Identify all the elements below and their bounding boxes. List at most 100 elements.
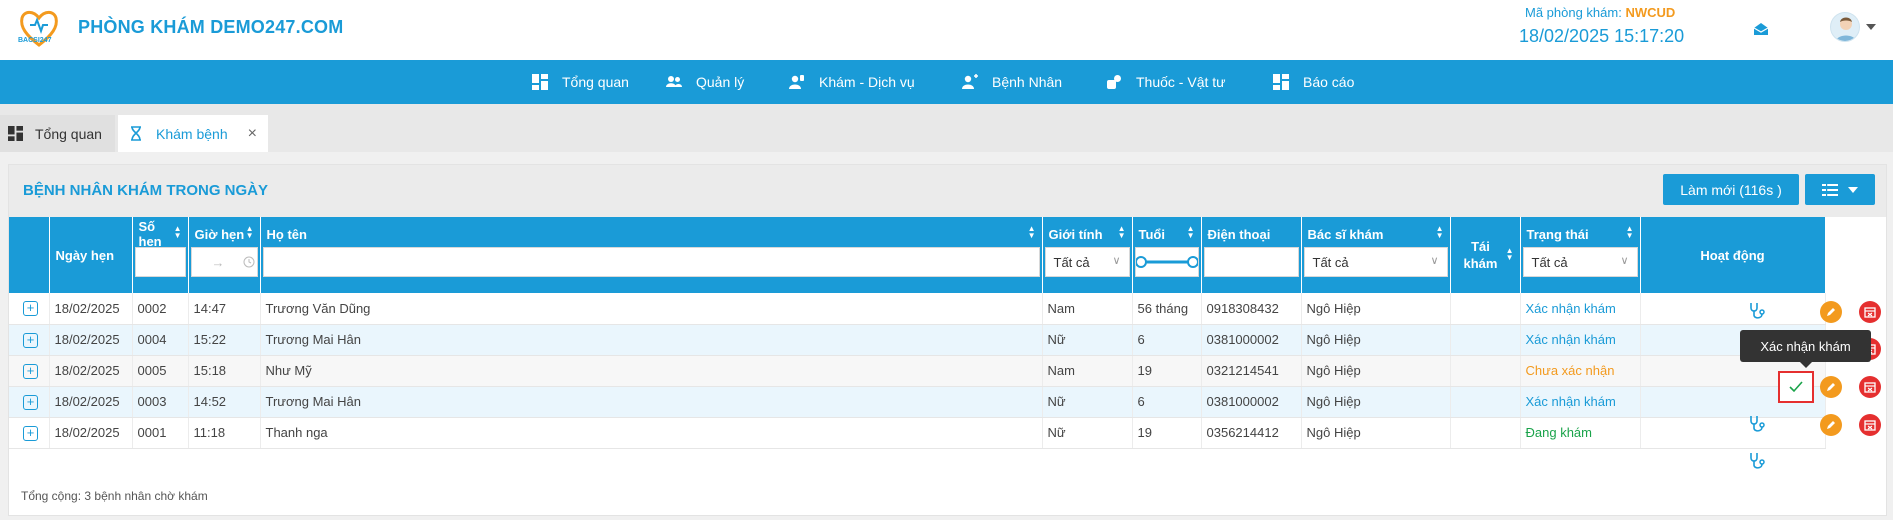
doctor-filter-select[interactable]: Tất cả ∨ (1303, 247, 1448, 277)
refresh-button[interactable]: Làm mới (116s ) (1663, 174, 1799, 205)
age-range-slider[interactable] (1134, 247, 1199, 277)
pencil-icon (1827, 308, 1835, 316)
current-datetime: 18/02/2025 15:17:20 (1519, 26, 1685, 46)
report-icon (1273, 74, 1289, 90)
clinic-name[interactable]: PHÒNG KHÁM DEMO247.COM (78, 17, 343, 38)
cell-date: 18/02/2025 (49, 324, 133, 356)
name-filter-input[interactable] (262, 247, 1040, 277)
user-avatar-icon (1835, 17, 1857, 41)
cell-time: 11:18 (188, 417, 261, 449)
table-row[interactable]: +18/02/2025 0001 11:18 Thanh nga Nữ 19 0356214… (9, 417, 1826, 449)
cell-status-value[interactable]: Xác nhận khám (1526, 394, 1616, 409)
menu-item-exam-service[interactable]: Khám - Dịch vụ (789, 60, 915, 104)
calendar-cancel-icon (1864, 307, 1876, 318)
cell-num-value: 0002 (137, 300, 167, 316)
tab-overview[interactable]: Tổng quan (0, 115, 115, 152)
edit-button[interactable] (1820, 414, 1842, 436)
expand-row-icon[interactable]: + (23, 394, 38, 410)
cell-phone-value: 0918308432 (1206, 300, 1279, 316)
table-row[interactable]: +18/02/2025 0002 14:47 Trương Văn Dũng Nam 56… (9, 293, 1826, 325)
patient-panel: BỆNH NHÂN KHÁM TRONG NGÀY Làm mới (116s … (8, 164, 1887, 516)
number-filter-input[interactable] (134, 247, 186, 277)
col-time[interactable]: Giờ hẹn ▲ ▼ → (188, 217, 261, 293)
col-reexam[interactable]: Tái khám ▲ ▼ (1450, 217, 1521, 293)
col-phone[interactable]: Điện thoại (1201, 217, 1302, 293)
table-row[interactable]: +18/02/2025 0004 15:22 Trương Mai Hân Nữ 6 038… (9, 324, 1826, 356)
cancel-appointment-button[interactable] (1859, 376, 1881, 398)
total-label: Tổng cộng: (21, 489, 82, 503)
col-name[interactable]: Họ tên ▲ ▼ (260, 217, 1043, 293)
sort-icon[interactable]: ▲ ▼ (174, 225, 182, 240)
sort-icon[interactable]: ▲ ▼ (1626, 225, 1634, 240)
main-menu: Tổng quan Quản lý Khám - Dịch vụ Bệnh Nh… (0, 60, 1893, 104)
close-icon[interactable]: × (248, 125, 257, 143)
start-exam-button[interactable] (1748, 302, 1766, 323)
cell-age-value: 6 (1137, 332, 1145, 347)
cell-age-value: 56 tháng (1137, 300, 1189, 316)
cell-expand: + (9, 417, 50, 449)
menu-item-manage[interactable]: Quản lý (666, 60, 744, 104)
cell-name: Trương Văn Dũng (260, 293, 1043, 325)
menu-item-patients[interactable]: Bệnh Nhân (962, 60, 1062, 104)
col-status[interactable]: Trạng thái ▲ ▼ Tất cả ∨ (1520, 217, 1641, 293)
column-settings-button[interactable] (1805, 174, 1875, 205)
menu-item-medicine[interactable]: Thuốc - Vật tư (1106, 60, 1226, 104)
edit-button[interactable] (1820, 376, 1842, 398)
cell-status-value[interactable]: Chưa xác nhận (1526, 363, 1615, 378)
col-number[interactable]: Số hẹn ▲ ▼ (132, 217, 189, 293)
cancel-appointment-button[interactable] (1859, 301, 1881, 323)
start-exam-button[interactable] (1748, 452, 1766, 473)
cell-time-value: 15:18 (193, 363, 227, 378)
notification-icon[interactable] (1752, 20, 1770, 38)
col-date[interactable]: Ngày hẹn (49, 217, 133, 293)
col-age[interactable]: Tuổi ▲ ▼ (1132, 217, 1202, 293)
sort-icon[interactable]: ▲ ▼ (246, 225, 254, 240)
cell-num-value: 0004 (137, 332, 167, 347)
logo-icon[interactable] (16, 5, 62, 51)
table-row[interactable]: +18/02/2025 0005 15:18 Như Mỹ Nam 19 032121454… (9, 355, 1826, 387)
time-range-filter[interactable]: → (190, 247, 258, 277)
expand-row-icon[interactable]: + (23, 363, 38, 379)
cell-status: Chưa xác nhận (1520, 355, 1641, 387)
panel-header: BỆNH NHÂN KHÁM TRONG NGÀY Làm mới (116s … (9, 165, 1886, 217)
col-doctor[interactable]: Bác sĩ khám ▲ ▼ Tất cả ∨ (1301, 217, 1451, 293)
cell-time: 14:52 (188, 386, 261, 418)
avatar[interactable] (1830, 12, 1860, 42)
sort-icon[interactable]: ▲ ▼ (1187, 225, 1195, 240)
cell-time-value: 14:47 (193, 300, 227, 316)
clinic-code-label: Mã phòng khám: (1525, 5, 1622, 20)
expand-row-icon[interactable]: + (23, 425, 38, 441)
gender-filter-value: Tất cả (1053, 254, 1090, 270)
col-gender[interactable]: Giới tính ▲ ▼ Tất cả ∨ (1042, 217, 1133, 293)
menu-item-report[interactable]: Báo cáo (1273, 60, 1354, 104)
cell-status-value[interactable]: Xác nhận khám (1526, 332, 1616, 347)
menu-item-label: Quản lý (696, 74, 745, 90)
sort-icon[interactable]: ▲ ▼ (1506, 247, 1514, 262)
cell-age-value: 19 (1137, 425, 1152, 440)
sort-icon[interactable]: ▲ ▼ (1436, 225, 1444, 240)
cell-num: 0001 (132, 417, 189, 449)
cell-status-value[interactable]: Xác nhận khám (1526, 301, 1616, 316)
sort-icon[interactable]: ▲ ▼ (1028, 225, 1036, 240)
chevron-down-icon[interactable] (1866, 24, 1876, 30)
app-header: BACSI247 PHÒNG KHÁM DEMO247.COM Mã phòng… (0, 0, 1893, 60)
expand-row-icon[interactable]: + (23, 332, 38, 348)
cell-status-value[interactable]: Đang khám (1526, 425, 1592, 440)
table-row[interactable]: +18/02/2025 0003 14:52 Trương Mai Hân Nữ 6 038… (9, 386, 1826, 418)
menu-item-overview[interactable]: Tổng quan (532, 60, 629, 104)
cancel-appointment-button[interactable] (1859, 414, 1881, 436)
patient-table: Ngày hẹn Số hẹn ▲ ▼ Giờ hẹn ▲ ▼ → Họ tên… (9, 217, 1826, 449)
status-filter-select[interactable]: Tất cả ∨ (1522, 247, 1638, 277)
start-exam-button[interactable] (1748, 415, 1766, 436)
tab-examination[interactable]: Khám bệnh × (118, 115, 268, 152)
cell-doctor-value: Ngô Hiệp (1306, 300, 1361, 316)
edit-button[interactable] (1820, 301, 1842, 323)
cell-name-value: Trương Mai Hân (265, 394, 362, 409)
sort-icon[interactable]: ▲ ▼ (1118, 225, 1126, 240)
expand-row-icon[interactable]: + (23, 301, 38, 317)
cell-date-value: 18/02/2025 (54, 394, 120, 409)
gender-filter-select[interactable]: Tất cả ∨ (1044, 247, 1130, 277)
phone-filter-input[interactable] (1203, 247, 1299, 277)
confirm-exam-button[interactable] (1778, 371, 1814, 403)
footer-summary: Tổng cộng: 3 bệnh nhân chờ khám (21, 489, 208, 503)
